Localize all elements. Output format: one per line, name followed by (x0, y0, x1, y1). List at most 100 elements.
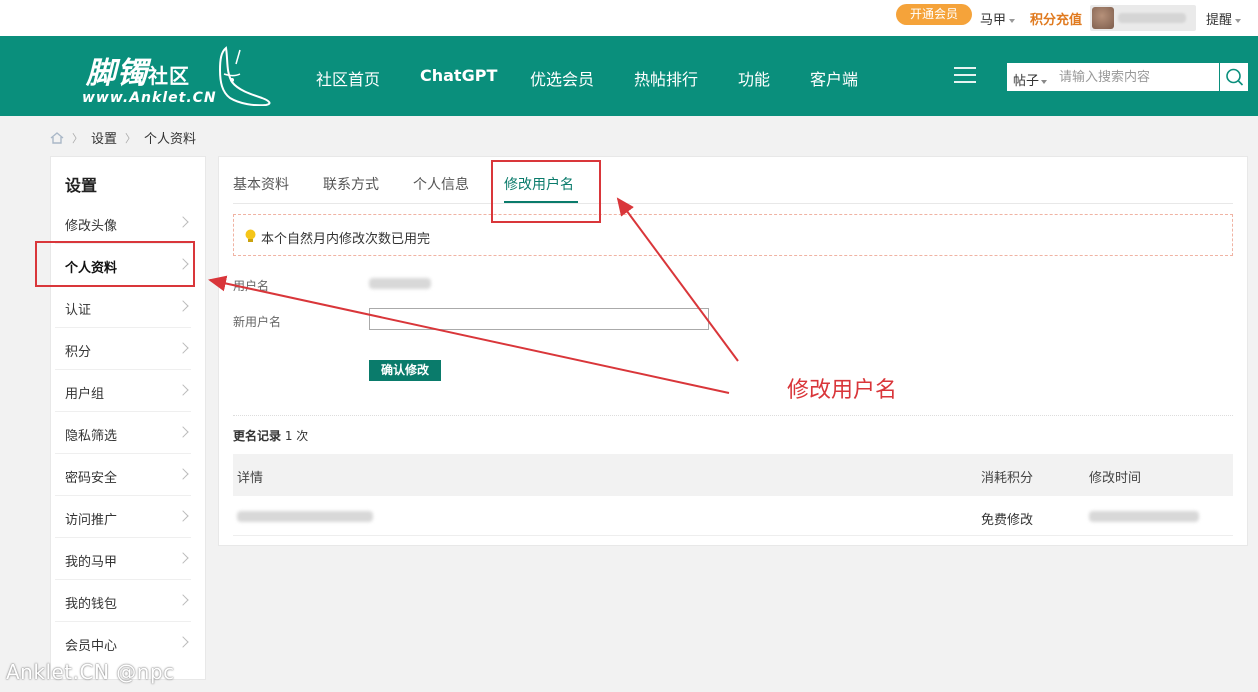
search-input[interactable] (1059, 67, 1219, 87)
logo-cn-main: 脚镯 (86, 56, 148, 91)
user-menu[interactable] (1090, 5, 1196, 31)
tab-personal-info[interactable]: 个人信息 (413, 174, 469, 194)
sidebar-item-label: 访问推广 (65, 513, 118, 528)
sidebar-item-verify[interactable]: 认证 (55, 286, 191, 328)
site-logo[interactable]: 脚镯社区 www.Anklet.CN (80, 46, 275, 108)
alt-account-label: 马甲 (980, 13, 1007, 28)
chevron-right-icon (177, 636, 189, 648)
tab-basic-info[interactable]: 基本资料 (233, 174, 289, 194)
nav-vip[interactable]: 优选会员 (530, 66, 594, 90)
sidebar-item-label: 我的钱包 (65, 597, 118, 612)
recharge-link[interactable]: 积分充值 (1030, 9, 1082, 28)
new-username-label: 新用户名 (233, 315, 282, 329)
username-blurred (1118, 13, 1186, 23)
sidebar-item-label: 密码安全 (65, 471, 118, 486)
logo-text-en: www.Anklet.CN (82, 90, 217, 106)
breadcrumb: 〉 设置 〉 个人资料 (50, 128, 196, 147)
section-divider (233, 415, 1233, 416)
annotation-box-profile (35, 241, 195, 287)
chevron-right-icon (177, 216, 189, 228)
search-button[interactable] (1219, 63, 1248, 91)
new-username-input[interactable] (369, 308, 709, 330)
main-panel: 基本资料 联系方式 个人信息 修改用户名 本个自然月内修改次数已用完 用户名 新… (218, 156, 1248, 546)
rename-record-label: 更名记录 (233, 429, 282, 443)
breadcrumb-profile[interactable]: 个人资料 (144, 128, 196, 147)
chevron-down-icon (1041, 79, 1048, 84)
settings-sidebar: 设置 修改头像 个人资料 认证 积分 用户组 隐私筛选 密码安全 访问推广 我的… (50, 156, 206, 680)
table-header: 详情 消耗积分 修改时间 (233, 454, 1233, 496)
chevron-right-icon (177, 510, 189, 522)
annotation-label: 修改用户名 (787, 378, 898, 403)
sidebar-item-label: 积分 (65, 345, 92, 360)
remind-label: 提醒 (1206, 13, 1233, 28)
nav-chatgpt[interactable]: ChatGPT (420, 66, 497, 85)
chevron-down-icon (1009, 18, 1016, 23)
chevron-right-icon (177, 384, 189, 396)
chevron-right-icon (177, 300, 189, 312)
sidebar-item-member-center[interactable]: 会员中心 (55, 622, 191, 664)
site-header: 脚镯社区 www.Anklet.CN 社区首页 ChatGPT 优选会员 热帖排… (0, 36, 1258, 116)
breadcrumb-settings[interactable]: 设置 (91, 128, 117, 147)
search-type-select[interactable]: 帖子 (1013, 70, 1048, 89)
rename-record-table: 详情 消耗积分 修改时间 免费修改 (233, 454, 1233, 536)
confirm-change-button[interactable]: 确认修改 (369, 360, 441, 381)
sidebar-item-avatar[interactable]: 修改头像 (55, 202, 191, 244)
tab-divider (233, 203, 1233, 204)
table-row: 免费修改 (233, 496, 1233, 536)
search-box: 帖子 (1006, 62, 1249, 92)
sidebar-item-alt-accounts[interactable]: 我的马甲 (55, 538, 191, 580)
row-cost: 免费修改 (981, 513, 1034, 528)
annotation-box-tab (491, 160, 601, 223)
chevron-right-icon (177, 594, 189, 606)
breadcrumb-separator: 〉 (125, 131, 137, 145)
lightbulb-icon (245, 229, 256, 242)
chevron-right-icon (177, 468, 189, 480)
sidebar-item-label: 会员中心 (65, 639, 118, 654)
sidebar-item-label: 认证 (65, 303, 92, 318)
column-header-details: 详情 (237, 471, 264, 486)
rename-record-count: 1 次 (284, 429, 309, 443)
search-icon (1226, 68, 1244, 86)
nav-features[interactable]: 功能 (738, 66, 770, 90)
sidebar-item-security[interactable]: 密码安全 (55, 454, 191, 496)
sidebar-item-label: 用户组 (65, 387, 105, 402)
notice-box: 本个自然月内修改次数已用完 (233, 214, 1233, 256)
notice-text: 本个自然月内修改次数已用完 (261, 232, 431, 247)
alt-account-menu[interactable]: 马甲 (980, 9, 1016, 28)
sidebar-item-usergroup[interactable]: 用户组 (55, 370, 191, 412)
sidebar-item-promotion[interactable]: 访问推广 (55, 496, 191, 538)
sidebar-item-privacy[interactable]: 隐私筛选 (55, 412, 191, 454)
nav-hot-ranking[interactable]: 热帖排行 (634, 66, 698, 90)
chevron-right-icon (177, 426, 189, 438)
logo-cn-small: 社区 (148, 64, 190, 88)
sidebar-item-label: 我的马甲 (65, 555, 118, 570)
menu-icon[interactable] (954, 67, 976, 85)
sidebar-item-wallet[interactable]: 我的钱包 (55, 580, 191, 622)
row-details-blurred (237, 511, 373, 522)
nav-client[interactable]: 客户端 (810, 66, 858, 90)
breadcrumb-separator: 〉 (72, 131, 83, 145)
chevron-down-icon (1235, 18, 1242, 23)
top-bar: 开通会员 马甲 积分充值 提醒 (0, 0, 1258, 36)
sidebar-item-points[interactable]: 积分 (55, 328, 191, 370)
home-icon[interactable] (50, 131, 64, 144)
column-header-time: 修改时间 (1089, 471, 1142, 486)
row-time-blurred (1089, 511, 1199, 522)
tab-contact[interactable]: 联系方式 (323, 174, 379, 194)
search-type-label: 帖子 (1013, 74, 1040, 89)
column-header-cost: 消耗积分 (981, 471, 1034, 486)
sidebar-title: 设置 (65, 176, 98, 195)
logo-text-cn: 脚镯社区 (86, 48, 190, 92)
foot-logo-icon (218, 46, 271, 106)
sidebar-item-label: 隐私筛选 (65, 429, 118, 444)
nav-home[interactable]: 社区首页 (316, 66, 380, 90)
rename-record-title: 更名记录 1 次 (233, 427, 308, 444)
remind-menu[interactable]: 提醒 (1206, 9, 1242, 28)
watermark: Anklet.CN @npc (6, 660, 175, 684)
sidebar-item-label: 修改头像 (65, 219, 118, 234)
open-vip-button[interactable]: 开通会员 (896, 4, 972, 25)
chevron-right-icon (177, 552, 189, 564)
avatar (1092, 7, 1114, 29)
username-label: 用户名 (233, 279, 270, 293)
username-value-blurred (369, 278, 431, 289)
